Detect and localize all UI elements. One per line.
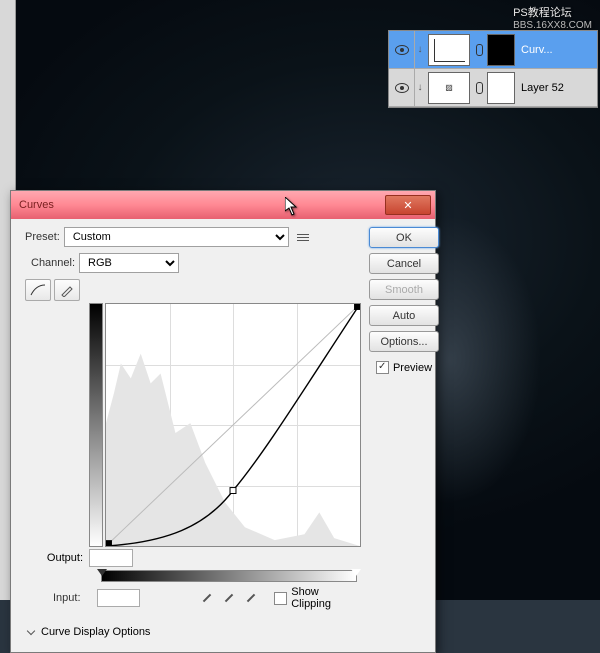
channel-select[interactable]: RGB: [79, 253, 179, 273]
dialog-titlebar[interactable]: Curves ✕: [11, 191, 435, 219]
close-button[interactable]: ✕: [385, 195, 431, 215]
input-label: Input:: [53, 592, 97, 604]
eye-icon: [395, 45, 409, 55]
curve-display-label: Curve Display Options: [41, 626, 150, 638]
visibility-toggle[interactable]: [389, 69, 415, 106]
output-gradient: [89, 303, 103, 547]
layers-panel[interactable]: ↓ Curv... ↓ ▨ Layer 52: [388, 30, 598, 108]
preview-label: Preview: [393, 362, 432, 374]
link-icon: [474, 43, 484, 57]
curve-lines: [106, 304, 360, 546]
preset-label: Preset:: [25, 231, 60, 243]
ok-button[interactable]: OK: [369, 227, 439, 248]
input-gradient[interactable]: [101, 570, 357, 582]
black-eyedropper-icon[interactable]: [200, 590, 216, 606]
clip-indicator-icon: ↓: [415, 82, 425, 93]
curve-display-options-toggle[interactable]: Curve Display Options: [25, 622, 361, 642]
curve-tool-button[interactable]: [25, 279, 51, 301]
output-value[interactable]: [89, 549, 133, 567]
options-button[interactable]: Options...: [369, 331, 439, 352]
channel-label: Channel:: [31, 257, 75, 269]
chevron-down-icon: [25, 626, 37, 638]
close-icon: ✕: [403, 199, 412, 212]
watermark: PS教程论坛 BBS.16XX8.COM: [513, 4, 592, 31]
input-value[interactable]: [97, 589, 141, 607]
layer-name[interactable]: Layer 52: [521, 82, 564, 94]
preview-checkbox[interactable]: [376, 361, 389, 374]
smooth-button[interactable]: Smooth: [369, 279, 439, 300]
layer-mask-thumb[interactable]: [487, 34, 515, 66]
black-point-slider[interactable]: [97, 569, 107, 576]
dialog-title: Curves: [19, 199, 54, 211]
layer-row-curves[interactable]: ↓ Curv...: [389, 31, 597, 69]
layer-mask-thumb[interactable]: [487, 72, 515, 104]
visibility-toggle[interactable]: [389, 31, 415, 68]
layer-thumb: ▨: [428, 72, 470, 104]
clip-indicator-icon: ↓: [415, 44, 425, 55]
show-clipping-checkbox[interactable]: [274, 592, 287, 605]
curve-graph[interactable]: [105, 303, 361, 547]
auto-button[interactable]: Auto: [369, 305, 439, 326]
pencil-tool-button[interactable]: [54, 279, 80, 301]
output-label: Output:: [25, 552, 83, 564]
eye-icon: [395, 83, 409, 93]
white-eyedropper-icon[interactable]: [244, 590, 260, 606]
adjustment-thumb: [428, 34, 470, 66]
preset-menu-icon[interactable]: [295, 229, 311, 245]
mouse-cursor-icon: [285, 197, 299, 217]
white-point-slider[interactable]: [351, 569, 361, 576]
gray-eyedropper-icon[interactable]: [222, 590, 238, 606]
curves-dialog: Curves ✕ Preset: Custom Channel: RGB: [10, 190, 436, 653]
layer-row-52[interactable]: ↓ ▨ Layer 52: [389, 69, 597, 107]
layer-name[interactable]: Curv...: [521, 44, 553, 56]
preset-select[interactable]: Custom: [64, 227, 289, 247]
show-clipping-label: Show Clipping: [291, 586, 361, 610]
watermark-line1: PS教程论坛: [513, 4, 592, 20]
cancel-button[interactable]: Cancel: [369, 253, 439, 274]
link-icon: [474, 81, 484, 95]
